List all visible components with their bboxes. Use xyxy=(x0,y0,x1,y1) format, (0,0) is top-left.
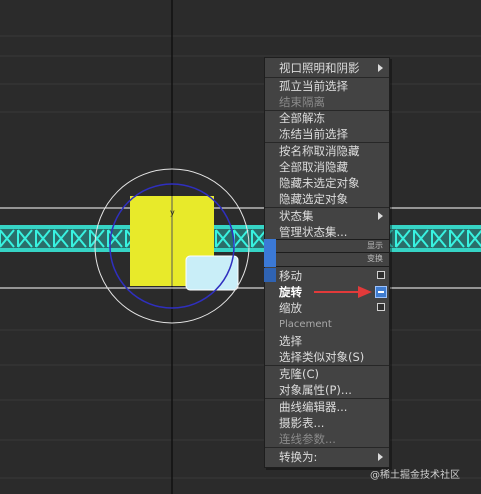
annotation-arrow xyxy=(314,286,372,298)
watermark-text: @稀土掘金技术社区 xyxy=(370,470,460,481)
